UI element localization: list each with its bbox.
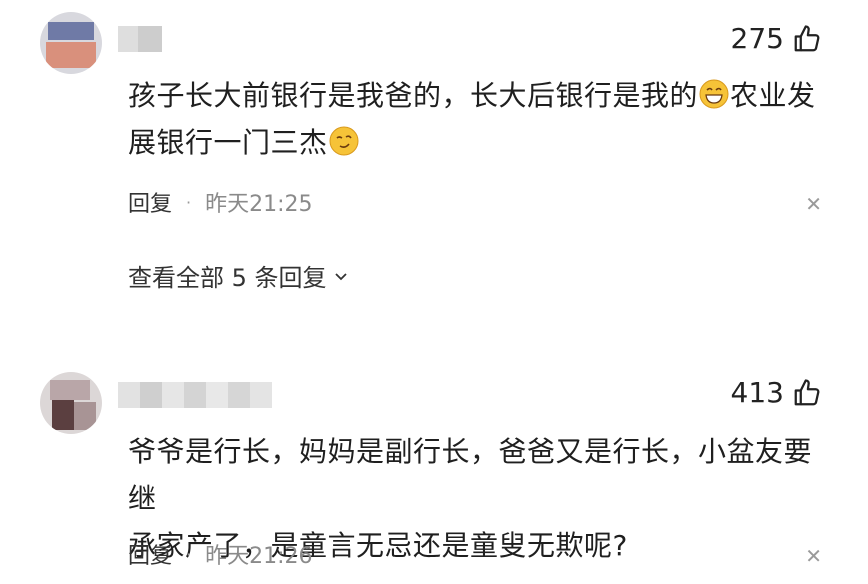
avatar[interactable] [40, 372, 102, 434]
avatar[interactable] [40, 12, 102, 74]
close-icon[interactable]: ✕ [805, 192, 822, 216]
username-blurred[interactable] [118, 382, 272, 408]
username-blurred[interactable] [118, 26, 162, 52]
like-count: 275 [730, 22, 784, 55]
comment-meta: 回复 · 昨天21:25 [128, 186, 313, 218]
grinning-face-emoji [699, 79, 729, 109]
close-icon[interactable]: ✕ [805, 544, 822, 568]
timestamp: 昨天21:25 [205, 192, 313, 217]
separator-dot: · [186, 544, 192, 564]
like-button[interactable]: 413 [731, 376, 822, 409]
chevron-down-icon [334, 272, 347, 280]
comment-text: 孩子长大前银行是我爸的，长大后银行是我的 农业发 展银行一门三杰 [128, 79, 816, 159]
comment-meta: 回复 · 昨天21:26 [128, 538, 313, 570]
like-count: 413 [730, 376, 784, 409]
reply-button[interactable]: 回复 [128, 186, 172, 218]
timestamp: 昨天21:26 [205, 544, 313, 569]
view-all-replies-button[interactable]: 查看全部 5 条回复 [128, 258, 349, 293]
thumbs-up-icon [794, 378, 820, 405]
reply-button[interactable]: 回复 [128, 538, 172, 570]
smirking-face-emoji [329, 126, 359, 156]
view-all-replies-label: 查看全部 5 条回复 [128, 264, 327, 292]
like-button[interactable]: 275 [731, 22, 822, 55]
thumbs-up-icon [794, 24, 820, 51]
separator-dot: · [186, 192, 192, 212]
